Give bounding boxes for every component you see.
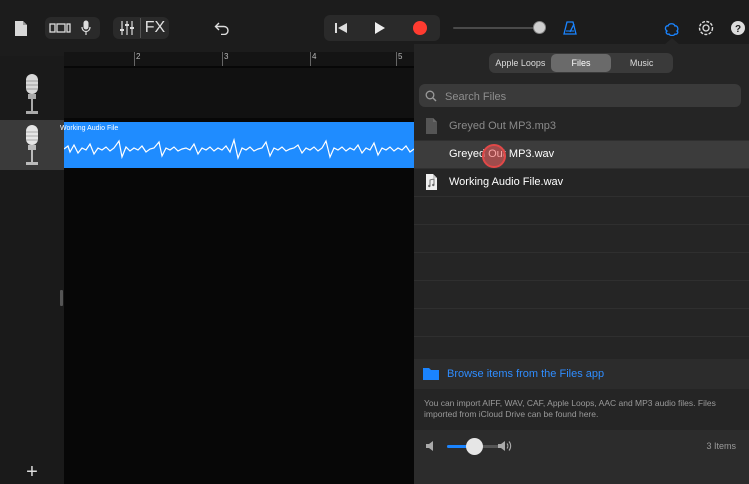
undo-icon: [214, 22, 229, 35]
undo-button[interactable]: [210, 17, 234, 39]
document-icon: [15, 20, 27, 36]
empty-row: [414, 197, 749, 225]
empty-row: [414, 225, 749, 253]
skip-back-icon: [335, 23, 347, 33]
record-button[interactable]: [406, 17, 434, 39]
track-header-2[interactable]: [0, 120, 64, 170]
popover-arrow: [664, 38, 680, 45]
microphone-icon: [26, 74, 38, 114]
go-to-start-button[interactable]: [327, 17, 355, 39]
empty-row: [414, 253, 749, 281]
region-label: Working Audio File: [60, 125, 119, 132]
svg-text:?: ?: [735, 24, 741, 35]
settings-icon: [698, 20, 714, 36]
metronome-button[interactable]: [560, 18, 580, 38]
ruler-tick: [310, 52, 311, 66]
touch-indicator: [482, 144, 506, 168]
track-view-button[interactable]: [47, 18, 73, 38]
ruler-tick: [396, 52, 397, 66]
folder-icon: [423, 368, 439, 380]
lane-resize-handle[interactable]: [60, 290, 63, 306]
play-icon: [375, 22, 385, 34]
metronome-icon: [563, 21, 577, 35]
empty-row: [414, 309, 749, 337]
browse-files-link[interactable]: Browse items from the Files app: [447, 368, 604, 380]
track-lane-1: [64, 68, 414, 118]
browse-files-app[interactable]: Browse items from the Files app: [414, 359, 749, 389]
ruler-tick: [222, 52, 223, 66]
item-count: 3 Items: [706, 441, 736, 451]
ruler-mark: 2: [136, 52, 141, 61]
file-row[interactable]: Working Audio File.wav: [414, 169, 749, 197]
tab-apple-loops[interactable]: Apple Loops: [490, 54, 551, 72]
master-volume-knob[interactable]: [533, 21, 546, 34]
search-icon: [425, 90, 437, 102]
file-icon: [426, 118, 437, 134]
timeline-ruler[interactable]: 2 3 4 5: [64, 52, 414, 66]
file-name: Working Audio File.wav: [449, 176, 564, 188]
mixer-icon: [120, 21, 134, 35]
tab-files[interactable]: Files: [550, 54, 612, 72]
file-name: Greyed Out MP3.mp3: [449, 120, 556, 132]
ruler-mark: 5: [398, 52, 403, 61]
audio-region[interactable]: Working Audio File: [60, 122, 414, 168]
microphone-icon: [26, 125, 38, 165]
ruler-mark: 3: [224, 52, 229, 61]
file-row-selected[interactable]: Greyed Out MP3.wav: [414, 141, 749, 169]
mixer-button[interactable]: [115, 18, 139, 38]
instrument-controls-button[interactable]: [75, 18, 97, 38]
track-header-1[interactable]: [0, 68, 64, 118]
volume-high-icon: [498, 441, 512, 451]
fx-button[interactable]: FX: [142, 18, 168, 38]
preview-volume-slider[interactable]: [447, 438, 501, 455]
toolbar-divider: [140, 18, 141, 38]
help-icon: ?: [731, 21, 745, 35]
loop-browser-icon: [664, 23, 679, 36]
audio-file-icon: [426, 174, 437, 190]
my-songs-button[interactable]: [10, 16, 32, 40]
settings-button[interactable]: [695, 17, 717, 39]
help-button[interactable]: ?: [728, 18, 748, 38]
view-toggle-icon: [49, 23, 71, 33]
search-input[interactable]: [443, 86, 727, 107]
master-volume-track[interactable]: [453, 27, 539, 29]
import-note: You can import AIFF, WAV, CAF, Apple Loo…: [424, 398, 716, 419]
audio-waveform: [64, 137, 414, 161]
volume-low-icon: [426, 441, 433, 451]
record-icon: [413, 21, 427, 35]
browser-tabs: Apple Loops Files Music: [489, 53, 673, 73]
preview-footer: 3 Items: [414, 430, 749, 484]
empty-row: [414, 281, 749, 309]
loop-browser-button[interactable]: [661, 17, 683, 39]
file-row[interactable]: Greyed Out MP3.mp3: [414, 113, 749, 141]
ruler-mark: 4: [312, 52, 317, 61]
play-button[interactable]: [366, 17, 394, 39]
add-track-button[interactable]: +: [22, 461, 42, 483]
preview-volume-knob[interactable]: [466, 438, 483, 455]
tab-music[interactable]: Music: [611, 54, 672, 72]
mic-icon: [81, 20, 91, 35]
search-field[interactable]: [419, 84, 741, 107]
ruler-tick: [134, 52, 135, 66]
